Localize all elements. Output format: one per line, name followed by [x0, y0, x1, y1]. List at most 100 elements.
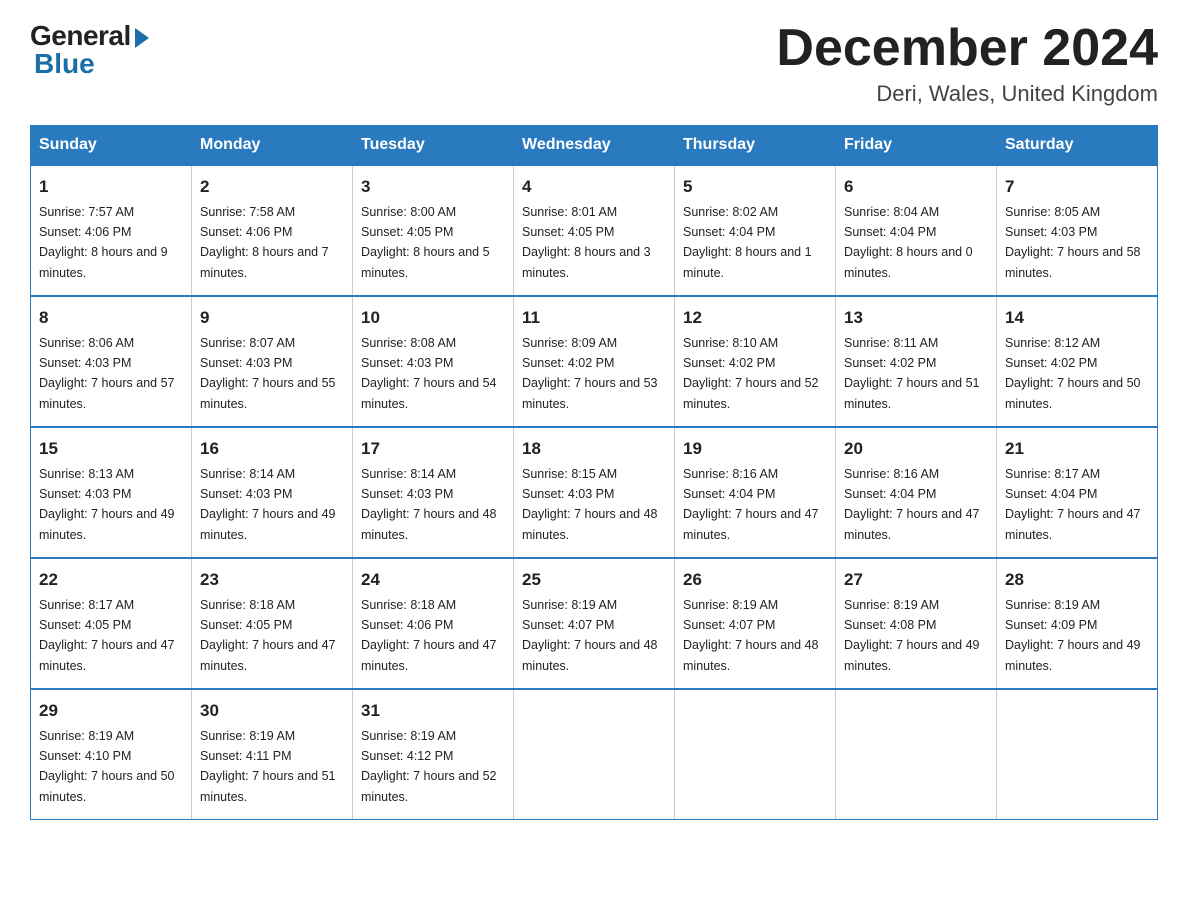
header-row: SundayMondayTuesdayWednesdayThursdayFrid… [31, 126, 1158, 166]
header-cell-saturday: Saturday [997, 126, 1158, 166]
day-cell: 22 Sunrise: 8:17 AMSunset: 4:05 PMDayligh… [31, 558, 192, 689]
day-info: Sunrise: 8:05 AMSunset: 4:03 PMDaylight:… [1005, 205, 1141, 280]
calendar-table: SundayMondayTuesdayWednesdayThursdayFrid… [30, 125, 1158, 820]
day-info: Sunrise: 8:19 AMSunset: 4:10 PMDaylight:… [39, 729, 175, 804]
page-header: General Blue December 2024 Deri, Wales, … [30, 20, 1158, 107]
day-cell: 16Sunrise: 8:14 AMSunset: 4:03 PMDayligh… [192, 427, 353, 558]
day-number: 11 [522, 305, 666, 331]
day-info: Sunrise: 8:19 AMSunset: 4:07 PMDaylight:… [522, 598, 658, 673]
day-number: 27 [844, 567, 988, 593]
day-cell: 26 Sunrise: 8:19 AMSunset: 4:07 PMDayligh… [675, 558, 836, 689]
day-number: 12 [683, 305, 827, 331]
day-info: Sunrise: 8:13 AMSunset: 4:03 PMDaylight:… [39, 467, 175, 542]
day-cell: 5 Sunrise: 8:02 AMSunset: 4:04 PMDaylight… [675, 165, 836, 296]
day-info: Sunrise: 8:19 AMSunset: 4:07 PMDaylight:… [683, 598, 819, 673]
day-info: Sunrise: 8:19 AMSunset: 4:09 PMDaylight:… [1005, 598, 1141, 673]
day-number: 21 [1005, 436, 1149, 462]
month-title: December 2024 [776, 20, 1158, 77]
day-number: 20 [844, 436, 988, 462]
day-cell: 21 Sunrise: 8:17 AMSunset: 4:04 PMDayligh… [997, 427, 1158, 558]
day-number: 23 [200, 567, 344, 593]
day-cell: 13 Sunrise: 8:11 AMSunset: 4:02 PMDayligh… [836, 296, 997, 427]
header-cell-sunday: Sunday [31, 126, 192, 166]
day-number: 13 [844, 305, 988, 331]
day-number: 16 [200, 436, 344, 462]
day-number: 24 [361, 567, 505, 593]
header-cell-wednesday: Wednesday [514, 126, 675, 166]
day-number: 22 [39, 567, 183, 593]
day-cell: 28 Sunrise: 8:19 AMSunset: 4:09 PMDayligh… [997, 558, 1158, 689]
day-info: Sunrise: 8:17 AMSunset: 4:04 PMDaylight:… [1005, 467, 1141, 542]
day-cell: 19Sunrise: 8:16 AMSunset: 4:04 PMDayligh… [675, 427, 836, 558]
day-number: 25 [522, 567, 666, 593]
day-cell: 7 Sunrise: 8:05 AMSunset: 4:03 PMDaylight… [997, 165, 1158, 296]
day-info: Sunrise: 8:14 AMSunset: 4:03 PMDaylight:… [361, 467, 497, 542]
day-cell: 20 Sunrise: 8:16 AMSunset: 4:04 PMDayligh… [836, 427, 997, 558]
day-info: Sunrise: 8:18 AMSunset: 4:06 PMDaylight:… [361, 598, 497, 673]
day-info: Sunrise: 8:09 AMSunset: 4:02 PMDaylight:… [522, 336, 658, 411]
day-cell: 8 Sunrise: 8:06 AMSunset: 4:03 PMDaylight… [31, 296, 192, 427]
day-number: 3 [361, 174, 505, 200]
day-number: 7 [1005, 174, 1149, 200]
logo-arrow-icon [135, 28, 149, 48]
day-number: 10 [361, 305, 505, 331]
day-info: Sunrise: 7:58 AMSunset: 4:06 PMDaylight:… [200, 205, 329, 280]
day-info: Sunrise: 8:19 AMSunset: 4:08 PMDaylight:… [844, 598, 980, 673]
day-cell [514, 689, 675, 820]
week-row-5: 29 Sunrise: 8:19 AMSunset: 4:10 PMDayligh… [31, 689, 1158, 820]
day-info: Sunrise: 8:06 AMSunset: 4:03 PMDaylight:… [39, 336, 175, 411]
day-cell: 18Sunrise: 8:15 AMSunset: 4:03 PMDayligh… [514, 427, 675, 558]
day-cell: 6 Sunrise: 8:04 AMSunset: 4:04 PMDaylight… [836, 165, 997, 296]
day-number: 5 [683, 174, 827, 200]
day-info: Sunrise: 8:19 AMSunset: 4:12 PMDaylight:… [361, 729, 497, 804]
day-cell: 31 Sunrise: 8:19 AMSunset: 4:12 PMDayligh… [353, 689, 514, 820]
day-cell [675, 689, 836, 820]
day-cell: 29 Sunrise: 8:19 AMSunset: 4:10 PMDayligh… [31, 689, 192, 820]
day-number: 6 [844, 174, 988, 200]
day-info: Sunrise: 8:15 AMSunset: 4:03 PMDaylight:… [522, 467, 658, 542]
title-area: December 2024 Deri, Wales, United Kingdo… [776, 20, 1158, 107]
day-cell [997, 689, 1158, 820]
day-info: Sunrise: 8:01 AMSunset: 4:05 PMDaylight:… [522, 205, 651, 280]
week-row-1: 1Sunrise: 7:57 AMSunset: 4:06 PMDaylight… [31, 165, 1158, 296]
day-number: 26 [683, 567, 827, 593]
day-info: Sunrise: 8:11 AMSunset: 4:02 PMDaylight:… [844, 336, 980, 411]
day-info: Sunrise: 8:00 AMSunset: 4:05 PMDaylight:… [361, 205, 490, 280]
header-cell-friday: Friday [836, 126, 997, 166]
day-cell: 11 Sunrise: 8:09 AMSunset: 4:02 PMDayligh… [514, 296, 675, 427]
header-cell-tuesday: Tuesday [353, 126, 514, 166]
day-cell: 9 Sunrise: 8:07 AMSunset: 4:03 PMDaylight… [192, 296, 353, 427]
day-info: Sunrise: 8:12 AMSunset: 4:02 PMDaylight:… [1005, 336, 1141, 411]
logo-blue-text: Blue [30, 48, 95, 80]
day-cell: 17Sunrise: 8:14 AMSunset: 4:03 PMDayligh… [353, 427, 514, 558]
day-cell: 27 Sunrise: 8:19 AMSunset: 4:08 PMDayligh… [836, 558, 997, 689]
day-cell: 4 Sunrise: 8:01 AMSunset: 4:05 PMDaylight… [514, 165, 675, 296]
location-text: Deri, Wales, United Kingdom [776, 81, 1158, 107]
day-cell: 25 Sunrise: 8:19 AMSunset: 4:07 PMDayligh… [514, 558, 675, 689]
day-cell: 12Sunrise: 8:10 AMSunset: 4:02 PMDayligh… [675, 296, 836, 427]
day-number: 31 [361, 698, 505, 724]
day-cell: 14Sunrise: 8:12 AMSunset: 4:02 PMDayligh… [997, 296, 1158, 427]
day-info: Sunrise: 8:07 AMSunset: 4:03 PMDaylight:… [200, 336, 336, 411]
day-number: 28 [1005, 567, 1149, 593]
day-cell: 1Sunrise: 7:57 AMSunset: 4:06 PMDaylight… [31, 165, 192, 296]
day-cell: 10Sunrise: 8:08 AMSunset: 4:03 PMDayligh… [353, 296, 514, 427]
week-row-2: 8 Sunrise: 8:06 AMSunset: 4:03 PMDaylight… [31, 296, 1158, 427]
day-cell: 15Sunrise: 8:13 AMSunset: 4:03 PMDayligh… [31, 427, 192, 558]
day-cell: 24 Sunrise: 8:18 AMSunset: 4:06 PMDayligh… [353, 558, 514, 689]
day-number: 29 [39, 698, 183, 724]
day-info: Sunrise: 8:16 AMSunset: 4:04 PMDaylight:… [844, 467, 980, 542]
day-info: Sunrise: 8:02 AMSunset: 4:04 PMDaylight:… [683, 205, 812, 280]
day-cell: 30Sunrise: 8:19 AMSunset: 4:11 PMDayligh… [192, 689, 353, 820]
header-cell-monday: Monday [192, 126, 353, 166]
week-row-3: 15Sunrise: 8:13 AMSunset: 4:03 PMDayligh… [31, 427, 1158, 558]
day-number: 19 [683, 436, 827, 462]
day-number: 30 [200, 698, 344, 724]
day-cell: 23Sunrise: 8:18 AMSunset: 4:05 PMDayligh… [192, 558, 353, 689]
day-info: Sunrise: 8:17 AMSunset: 4:05 PMDaylight:… [39, 598, 175, 673]
day-cell: 2Sunrise: 7:58 AMSunset: 4:06 PMDaylight… [192, 165, 353, 296]
day-info: Sunrise: 8:04 AMSunset: 4:04 PMDaylight:… [844, 205, 973, 280]
day-number: 9 [200, 305, 344, 331]
day-number: 8 [39, 305, 183, 331]
day-number: 4 [522, 174, 666, 200]
